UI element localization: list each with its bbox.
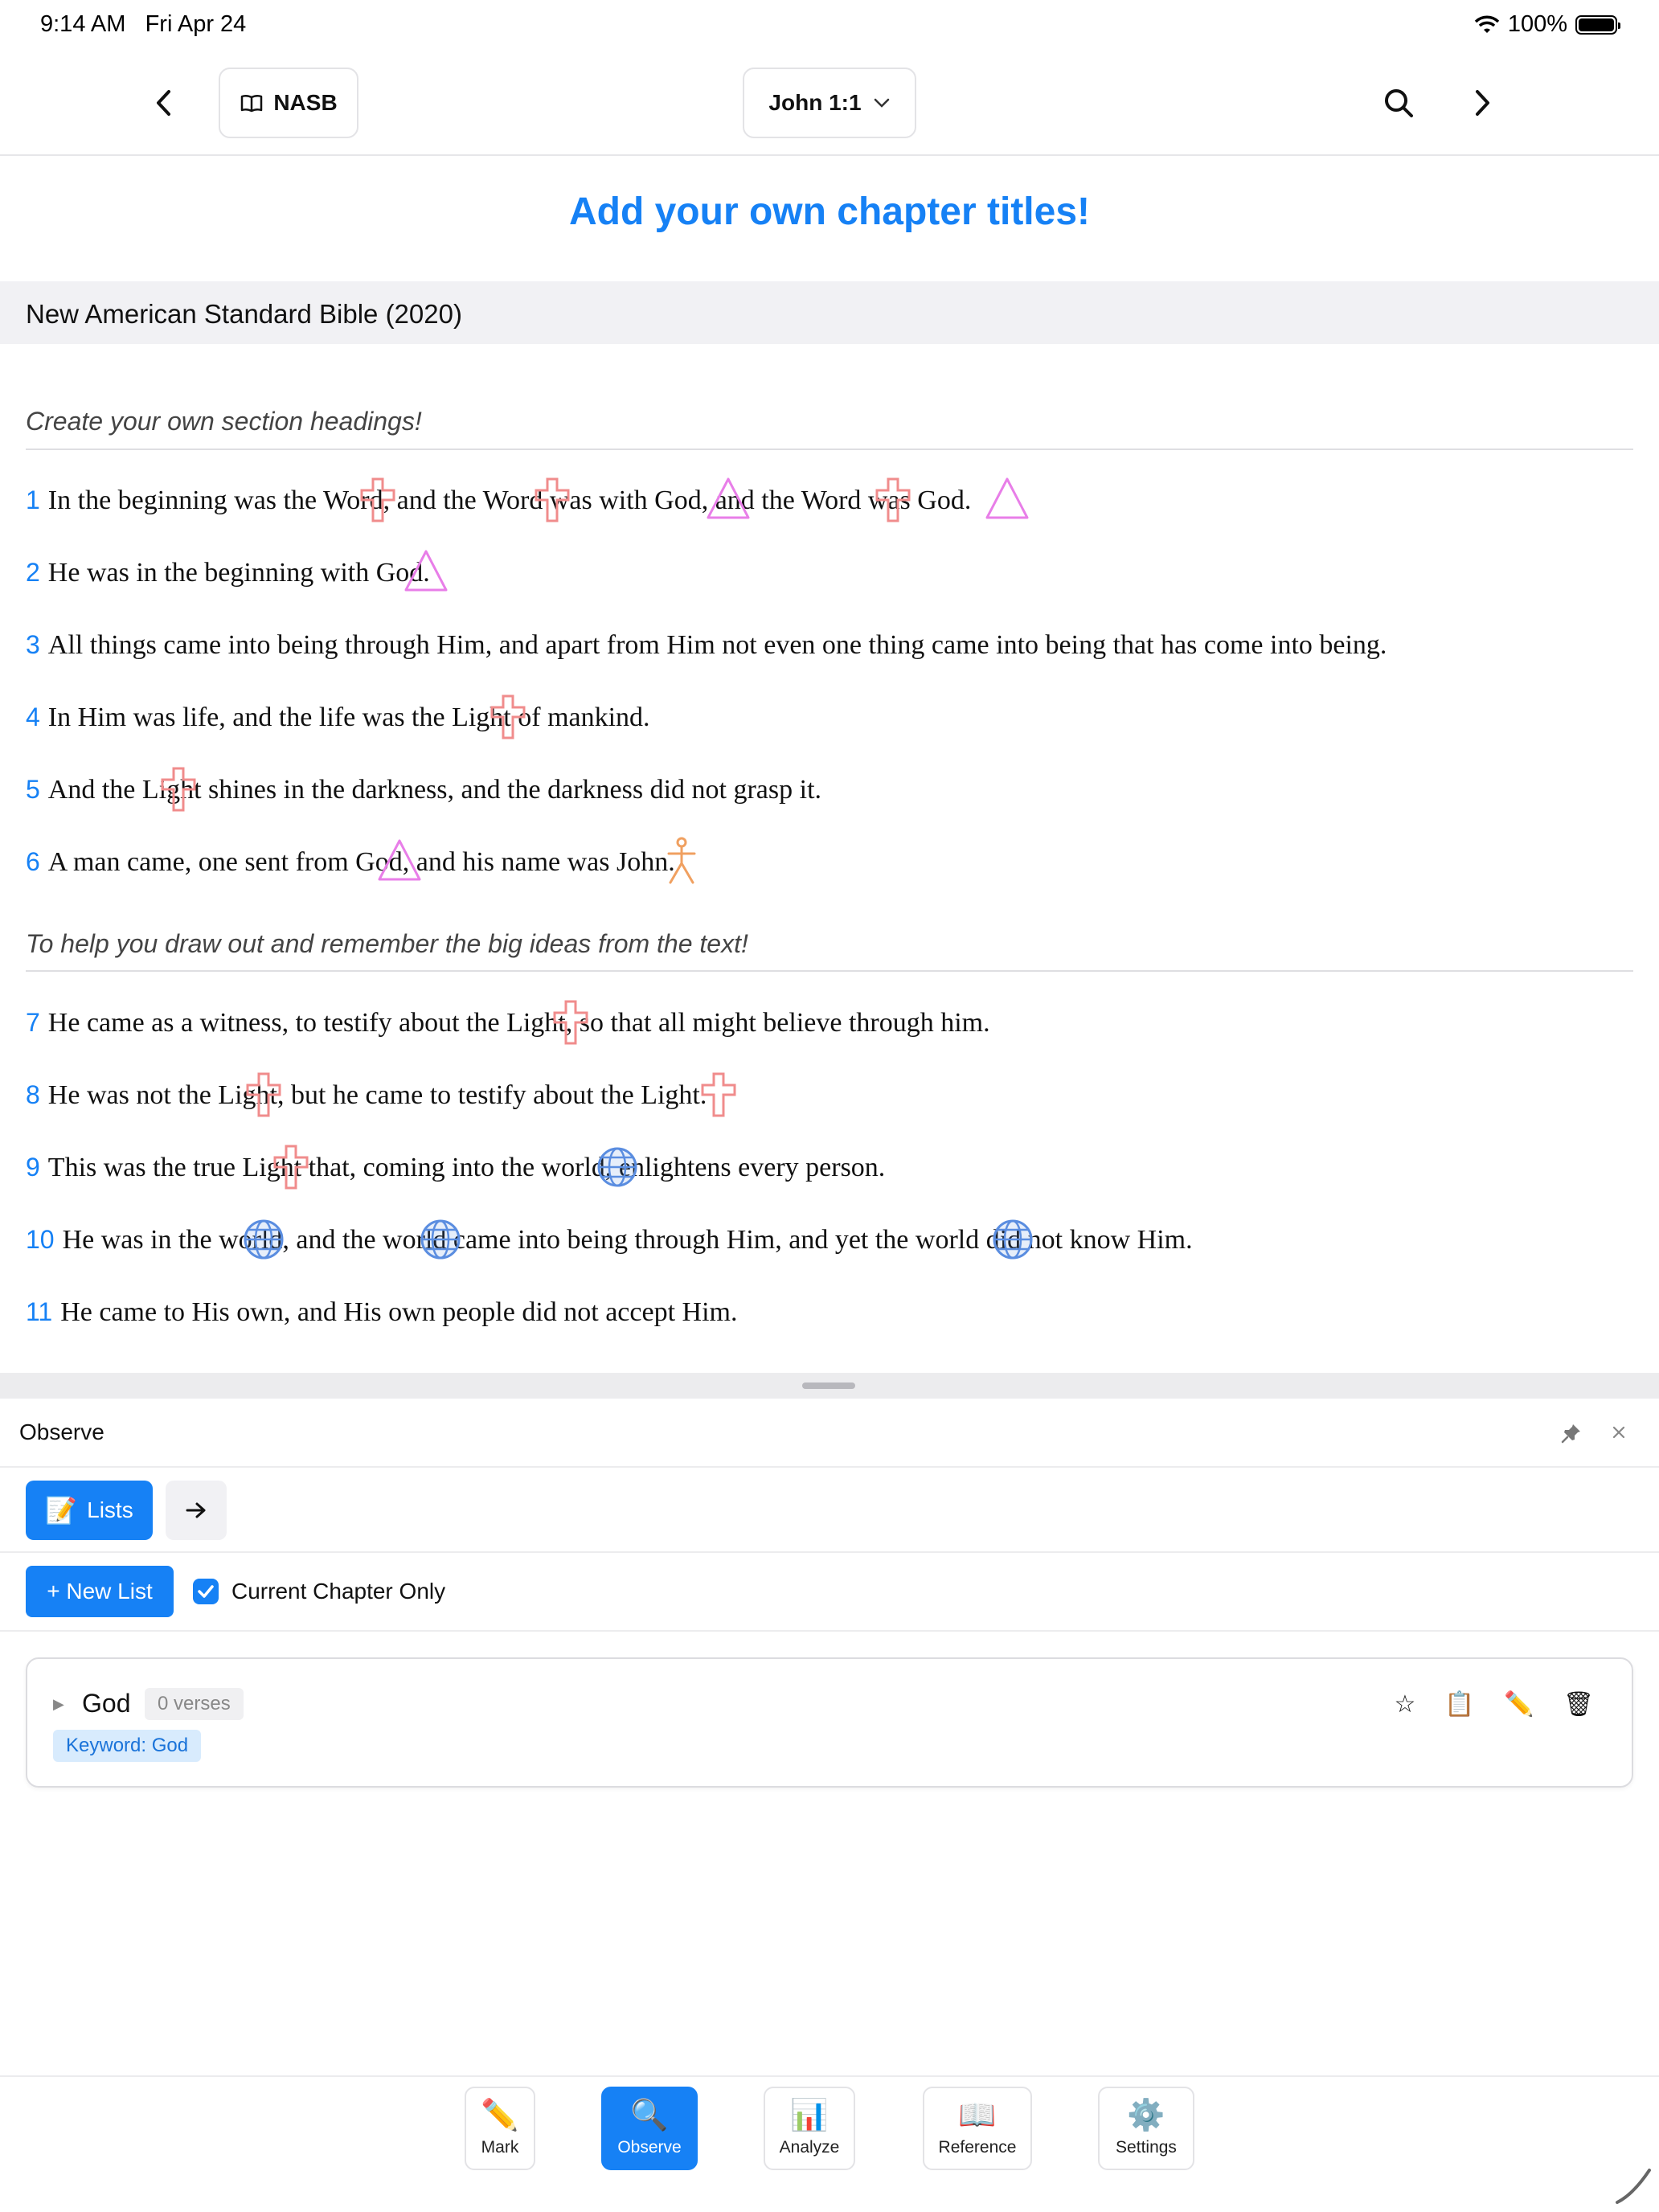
panel-title: Observe <box>19 1419 104 1444</box>
version-label: NASB <box>273 90 338 115</box>
reference-label: John 1:1 <box>768 90 862 115</box>
verse-text: And the Light shines in the darkness, an… <box>47 775 822 805</box>
keyword-badge: Keyword: God <box>53 1730 202 1762</box>
new-list-button[interactable]: + New List <box>26 1566 174 1617</box>
verse-text: In Him was life, and the life was the Li… <box>47 703 650 732</box>
wifi-icon <box>1474 15 1500 33</box>
verse-text: This was the true Light that, coming int… <box>47 1153 886 1182</box>
disclosure-triangle-icon[interactable]: ▶ <box>53 1696 64 1713</box>
close-icon[interactable] <box>1611 1424 1627 1440</box>
verse[interactable]: 4 In Him was life, and the life was the L… <box>26 703 650 733</box>
lists-tab-label: Lists <box>87 1497 133 1522</box>
list-name[interactable]: God <box>82 1689 130 1718</box>
search-button[interactable] <box>1366 71 1431 135</box>
heading-divider <box>26 449 1633 450</box>
tab-analyze[interactable]: 📊 Analyze <box>764 2087 855 2170</box>
tab-reference[interactable]: 📖 Reference <box>923 2087 1032 2170</box>
version-bar: New American Standard Bible (2020) <box>0 281 1659 344</box>
triangle-mark-icon <box>985 477 1029 519</box>
tab-label: Analyze <box>779 2138 840 2157</box>
version-name: New American Standard Bible (2020) <box>26 299 462 329</box>
arrow-right-icon <box>186 1502 206 1518</box>
verse-text: He was not the Light, but he came to tes… <box>47 1080 707 1110</box>
section-heading[interactable]: To help you draw out and remember the bi… <box>26 929 748 959</box>
tab-label: Reference <box>938 2138 1017 2157</box>
heading-divider <box>26 970 1633 972</box>
gear-icon: ⚙️ <box>1127 2099 1165 2132</box>
back-button[interactable] <box>132 71 196 135</box>
row-divider <box>0 1630 1659 1632</box>
book-icon: 📖 <box>958 2099 997 2132</box>
clipboard-icon[interactable]: 📋 <box>1437 1682 1482 1727</box>
bar-chart-icon: 📊 <box>790 2099 829 2132</box>
verse-number: 4 <box>26 703 40 731</box>
verse-text: He was in the world, and the world came … <box>62 1225 1193 1255</box>
chevron-down-icon <box>874 98 889 108</box>
battery-percent: 100% <box>1507 11 1567 37</box>
tab-label: Mark <box>481 2138 519 2157</box>
verse-number: 5 <box>26 775 40 804</box>
pin-icon[interactable] <box>1561 1423 1582 1444</box>
tab-settings[interactable]: ⚙️ Settings <box>1098 2087 1194 2170</box>
section-heading[interactable]: Create your own section headings! <box>26 407 422 436</box>
verse-number: 1 <box>26 485 40 514</box>
reference-selector-button[interactable]: John 1:1 <box>743 68 916 138</box>
lists-tab-button[interactable]: 📝 Lists <box>26 1481 153 1540</box>
verse[interactable]: 11 He came to His own, and His own people… <box>26 1297 737 1328</box>
verse-number: 10 <box>26 1225 55 1254</box>
verse[interactable]: 3 All things came into being through Him,… <box>26 630 1387 661</box>
verse[interactable]: 7 He came as a witness, to testify about … <box>26 1008 990 1038</box>
verse[interactable]: 10 He was in the world, and the world cam… <box>26 1225 1193 1256</box>
chapter-title[interactable]: Add your own chapter titles! <box>0 190 1659 234</box>
verse[interactable]: 9 This was the true Light that, coming in… <box>26 1153 885 1183</box>
verse-number: 11 <box>26 1297 53 1326</box>
verse-text: He was in the beginning with God. <box>47 558 430 588</box>
row-divider <box>0 1551 1659 1553</box>
search-icon <box>1385 89 1413 117</box>
star-icon[interactable]: ☆ <box>1382 1682 1428 1727</box>
verse[interactable]: 5 And the Light shines in the darkness, a… <box>26 775 821 805</box>
stylus-icon <box>1616 2169 1651 2204</box>
chevron-left-icon <box>157 90 170 116</box>
resize-handle[interactable] <box>802 1382 855 1389</box>
tabbar-divider <box>0 2075 1659 2077</box>
verse-text: In the beginning was the Word, and the W… <box>47 485 972 515</box>
edit-pencil-icon[interactable]: ✏️ <box>1497 1682 1542 1727</box>
tab-label: Observe <box>617 2138 682 2157</box>
verse-text: A man came, one sent from God, and his n… <box>47 847 675 877</box>
next-tab-button[interactable] <box>166 1481 227 1540</box>
trash-icon[interactable]: 🗑 <box>1556 1682 1601 1727</box>
panel-header <box>0 1399 1659 1468</box>
forward-button[interactable] <box>1450 71 1514 135</box>
current-chapter-label[interactable]: Current Chapter Only <box>231 1579 445 1604</box>
status-right: 100% <box>1474 11 1620 38</box>
verse-number: 7 <box>26 1008 40 1037</box>
verse-count-badge: 0 verses <box>145 1688 244 1720</box>
current-chapter-checkbox[interactable] <box>193 1579 219 1604</box>
verse-number: 3 <box>26 630 40 659</box>
verse-number: 2 <box>26 558 40 587</box>
verse[interactable]: 2 He was in the beginning with God. <box>26 558 430 588</box>
verse[interactable]: 8 He was not the Light, but he came to te… <box>26 1080 707 1111</box>
version-selector-button[interactable]: NASB <box>219 68 358 138</box>
verse-number: 9 <box>26 1153 40 1182</box>
chevron-right-icon <box>1476 90 1489 116</box>
verse-number: 8 <box>26 1080 40 1109</box>
memo-icon: 📝 <box>45 1496 78 1525</box>
tab-observe[interactable]: 🔍 Observe <box>601 2087 698 2170</box>
verse-text: He came as a witness, to testify about t… <box>47 1008 990 1038</box>
checkmark-icon <box>198 1585 214 1598</box>
verse-text: He came to His own, and His own people d… <box>60 1297 738 1327</box>
battery-icon <box>1575 14 1620 35</box>
tab-mark[interactable]: ✏️ Mark <box>465 2087 535 2170</box>
verse-number: 6 <box>26 847 40 876</box>
status-time: 9:14 AM Fri Apr 24 <box>40 11 247 37</box>
tab-label: Settings <box>1116 2138 1177 2157</box>
book-open-icon <box>241 94 263 113</box>
verse[interactable]: 1 In the beginning was the Word, and the … <box>26 485 971 516</box>
verse[interactable]: 6A man came, one sent from God, and his … <box>26 847 675 878</box>
magnifier-icon: 🔍 <box>630 2099 669 2132</box>
pencil-icon: ✏️ <box>481 2099 519 2132</box>
verse-text: All things came into being through Him, … <box>47 630 1387 660</box>
